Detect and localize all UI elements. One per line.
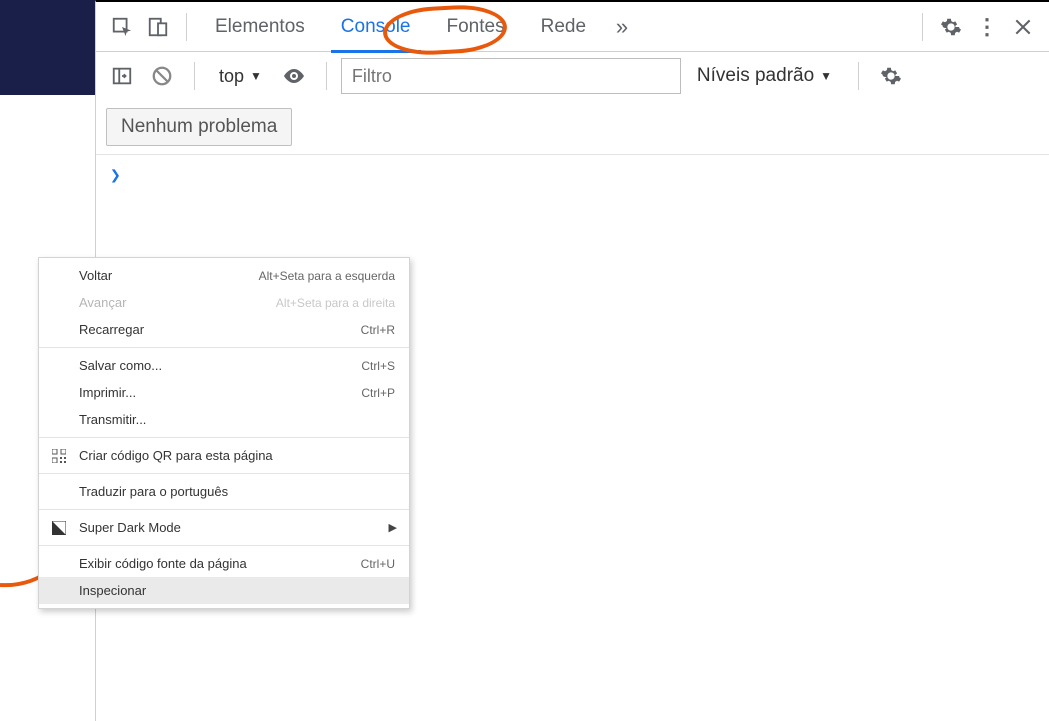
menu-separator <box>39 437 409 438</box>
separator <box>326 62 327 90</box>
extension-icon <box>51 520 67 536</box>
issues-badge[interactable]: Nenhum problema <box>106 108 292 146</box>
qr-code-icon <box>51 448 67 464</box>
console-toolbar: top ▼ Níveis padrão ▼ <box>96 52 1049 100</box>
console-body[interactable]: ❯ <box>96 154 1049 196</box>
page-content-strip <box>0 0 95 95</box>
console-sidebar-toggle-icon[interactable] <box>104 58 140 94</box>
menu-item-shortcut: Ctrl+P <box>361 386 395 400</box>
menu-item-forward: Avançar Alt+Seta para a direita <box>39 289 409 316</box>
chevron-down-icon: ▼ <box>820 69 832 83</box>
menu-separator <box>39 347 409 348</box>
menu-item-shortcut: Ctrl+R <box>361 323 395 337</box>
menu-item-shortcut: Alt+Seta para a esquerda <box>259 269 395 283</box>
separator <box>194 62 195 90</box>
kebab-menu-icon[interactable]: ⋮ <box>969 9 1005 45</box>
menu-item-qr-code[interactable]: Criar código QR para esta página <box>39 442 409 469</box>
separator <box>922 13 923 41</box>
log-levels-selector[interactable]: Níveis padrão ▼ <box>685 58 844 94</box>
menu-item-back[interactable]: Voltar Alt+Seta para a esquerda <box>39 262 409 289</box>
menu-item-label: Criar código QR para esta página <box>79 448 273 463</box>
submenu-arrow-icon: ▶ <box>389 521 397 534</box>
menu-item-label: Traduzir para o português <box>79 484 228 499</box>
close-icon[interactable] <box>1005 9 1041 45</box>
menu-item-label: Transmitir... <box>79 412 146 427</box>
menu-item-label: Exibir código fonte da página <box>79 556 247 571</box>
tab-elements[interactable]: Elementos <box>197 2 323 52</box>
menu-item-print[interactable]: Imprimir... Ctrl+P <box>39 379 409 406</box>
menu-item-shortcut: Ctrl+U <box>361 557 395 571</box>
console-settings-icon[interactable] <box>873 58 909 94</box>
separator <box>858 62 859 90</box>
menu-item-label: Super Dark Mode <box>79 520 181 535</box>
chevron-down-icon: ▼ <box>250 69 262 83</box>
menu-separator <box>39 473 409 474</box>
issues-row: Nenhum problema <box>96 100 1049 154</box>
menu-item-cast[interactable]: Transmitir... <box>39 406 409 433</box>
menu-item-label: Imprimir... <box>79 385 136 400</box>
execution-context-selector[interactable]: top ▼ <box>209 58 272 94</box>
menu-item-label: Avançar <box>79 295 126 310</box>
menu-item-shortcut: Alt+Seta para a direita <box>276 296 395 310</box>
clear-console-icon[interactable] <box>144 58 180 94</box>
tab-sources[interactable]: Fontes <box>429 2 523 52</box>
settings-icon[interactable] <box>933 9 969 45</box>
page-context-menu: Voltar Alt+Seta para a esquerda Avançar … <box>38 257 410 609</box>
menu-item-reload[interactable]: Recarregar Ctrl+R <box>39 316 409 343</box>
execution-context-label: top <box>219 66 244 87</box>
menu-item-label: Recarregar <box>79 322 144 337</box>
more-tabs-icon[interactable]: » <box>604 9 640 45</box>
menu-item-shortcut: Ctrl+S <box>361 359 395 373</box>
menu-item-label: Voltar <box>79 268 112 283</box>
live-expression-icon[interactable] <box>276 58 312 94</box>
menu-item-view-source[interactable]: Exibir código fonte da página Ctrl+U <box>39 550 409 577</box>
menu-separator <box>39 509 409 510</box>
menu-item-label: Inspecionar <box>79 583 146 598</box>
menu-separator <box>39 545 409 546</box>
menu-item-translate[interactable]: Traduzir para o português <box>39 478 409 505</box>
menu-item-label: Salvar como... <box>79 358 162 373</box>
log-levels-label: Níveis padrão <box>697 65 814 87</box>
menu-item-super-dark-mode[interactable]: Super Dark Mode ▶ <box>39 514 409 541</box>
tab-console[interactable]: Console <box>323 2 429 52</box>
tab-network[interactable]: Rede <box>523 2 604 52</box>
menu-item-save-as[interactable]: Salvar como... Ctrl+S <box>39 352 409 379</box>
menu-item-inspect[interactable]: Inspecionar <box>39 577 409 604</box>
devtools-tabbar: Elementos Console Fontes Rede » ⋮ <box>96 2 1049 52</box>
filter-input[interactable] <box>341 58 681 94</box>
console-prompt-icon: ❯ <box>110 165 121 186</box>
inspect-element-icon[interactable] <box>104 9 140 45</box>
device-toolbar-icon[interactable] <box>140 9 176 45</box>
separator <box>186 13 187 41</box>
